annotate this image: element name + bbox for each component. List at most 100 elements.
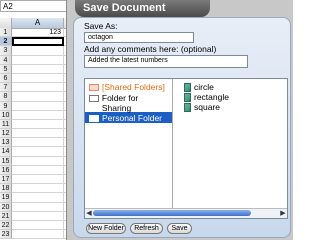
folder-item-label: [Shared Folders] [102,82,165,92]
dialog-panel: Save As: octagon Add any comments here: … [73,17,291,238]
row-number[interactable]: 4 [0,55,12,65]
cell[interactable] [12,129,64,139]
row-number[interactable]: 14 [0,147,12,157]
row-number[interactable]: 20 [0,202,12,212]
cell[interactable] [12,175,64,185]
sheet-row: 16 [0,165,70,175]
select-all-corner[interactable] [0,18,12,28]
row-number[interactable]: 7 [0,83,12,93]
sheet-row: 10 [0,110,70,120]
cell[interactable] [12,147,64,157]
save-dialog: Save Document Save As: octagon Add any c… [66,0,293,240]
cell[interactable] [12,101,64,111]
sheet-row: 21 [0,211,70,221]
folder-item-label: Personal Folder [102,113,163,123]
row-number[interactable]: 22 [0,220,12,231]
comments-input[interactable]: Added the latest numbers [84,55,248,68]
document-icon [184,92,191,102]
row-number[interactable]: 3 [0,46,12,56]
cell[interactable] [12,184,64,194]
cell[interactable]: 123 [12,28,64,38]
row-number[interactable]: 12 [0,129,12,139]
scrollbar-thumb[interactable] [93,210,251,216]
save-button[interactable]: Save [167,223,192,234]
row-number[interactable]: 9 [0,101,12,111]
folder-item-label: Folder for Sharing [101,93,139,113]
cell[interactable] [12,230,64,240]
document-icon [184,82,191,92]
folder-list: [Shared Folders] Folder for Sharing Pers… [85,79,173,211]
folder-item-folder-for-sharing[interactable]: Folder for Sharing [89,93,169,113]
name-box[interactable]: A2 [0,0,72,12]
row-number[interactable]: 8 [0,92,12,102]
file-item-label: circle [194,82,214,92]
cell[interactable] [12,193,64,203]
dialog-title: Save Document [75,0,210,17]
row-number[interactable]: 15 [0,156,12,166]
sheet-row: 11 [0,119,70,130]
sheet-row: 12 [0,129,70,139]
cell[interactable] [12,46,64,56]
sheet-row: 20 [0,202,70,212]
sheet-row: 17 [0,175,70,185]
row-number[interactable]: 21 [0,211,12,221]
scroll-left-icon[interactable]: ◀ [85,209,93,218]
sheet-row: 22 [0,220,70,231]
cell[interactable] [12,83,64,93]
cell[interactable] [12,119,64,130]
document-icon [184,102,191,112]
folder-icon [89,115,99,122]
row-number[interactable]: 6 [0,73,12,84]
row-number[interactable]: 13 [0,138,12,148]
sheet-row: 4 [0,55,70,65]
cell[interactable] [12,55,64,65]
cell[interactable] [12,165,64,175]
row-number[interactable]: 16 [0,165,12,175]
sheet-row: 19 [0,193,70,203]
save-as-label: Save As: [84,21,118,31]
cell[interactable] [12,64,64,74]
scroll-right-icon[interactable]: ▶ [279,209,287,218]
file-item-circle[interactable]: circle [184,82,214,92]
row-list: 1 123 2 3 4 5 6 7 8 9 10 11 12 13 14 15 16 17 18 19 20 21 22 23 [0,28,70,240]
cell[interactable] [12,138,64,148]
row-number[interactable]: 19 [0,193,12,203]
column-header-a[interactable]: A [12,18,64,28]
cell[interactable] [12,110,64,120]
row-number[interactable]: 18 [0,184,12,194]
cell[interactable] [12,220,64,231]
row-number[interactable]: 11 [0,119,12,130]
cell[interactable] [12,92,64,102]
sheet-row: 1 123 [0,28,70,38]
file-item-label: square [194,102,220,112]
file-item-square[interactable]: square [184,102,220,112]
sheet-row: 9 [0,101,70,111]
row-number[interactable]: 10 [0,110,12,120]
refresh-button[interactable]: Refresh [130,223,163,234]
horizontal-scrollbar[interactable]: ◀ ▶ [85,208,287,218]
sheet-row: 18 [0,184,70,194]
file-item-rectangle[interactable]: rectangle [184,92,229,102]
folder-item-personal-folder[interactable]: Personal Folder [89,113,162,123]
cell[interactable] [12,156,64,166]
cell[interactable] [12,73,64,84]
active-cell[interactable] [12,37,64,47]
shared-folder-icon [89,84,99,91]
folder-item-shared-folders[interactable]: [Shared Folders] [89,82,165,92]
sheet-row: 15 [0,156,70,166]
row-number[interactable]: 2 [0,37,12,47]
save-as-input[interactable]: octagon [84,32,194,43]
sheet-row: 5 [0,64,70,74]
cell[interactable] [12,202,64,212]
row-number[interactable]: 23 [0,230,12,240]
sheet-row: 13 [0,138,70,148]
file-list: circle rectangle square [175,79,289,211]
row-number[interactable]: 17 [0,175,12,185]
comments-label: Add any comments here: (optional) [84,44,217,54]
new-folder-button[interactable]: New Folder [86,223,126,234]
sheet-row: 23 [0,230,70,240]
row-number[interactable]: 1 [0,28,12,38]
row-number[interactable]: 5 [0,64,12,74]
cell[interactable] [12,211,64,221]
file-browser: [Shared Folders] Folder for Sharing Pers… [84,78,288,219]
